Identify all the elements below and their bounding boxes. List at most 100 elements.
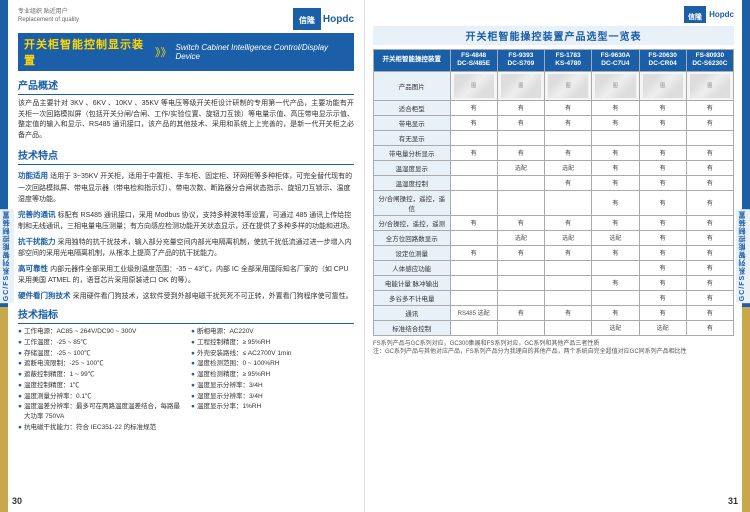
val-15-6: 有	[686, 320, 733, 335]
spec-4: ● 工程控制精度：≥ 95%RH	[191, 338, 354, 348]
right-brand-name: Hopdc	[709, 10, 734, 19]
val-7-6: 有	[686, 190, 733, 215]
val-14-5: 有	[639, 305, 686, 320]
val-14-2: 有	[497, 305, 544, 320]
val-4-4: 有	[592, 145, 639, 160]
val-3-2	[497, 130, 544, 145]
feature-cabinet: 适合柜型	[374, 100, 451, 115]
val-15-4: 选配	[592, 320, 639, 335]
bullet-14: ●	[191, 392, 195, 402]
val-6-5: 有	[639, 175, 686, 190]
val-4-6: 有	[686, 145, 733, 160]
val-1-6: 有	[686, 100, 733, 115]
page-num-left: 30	[12, 496, 22, 506]
val-5-2: 选配	[497, 160, 544, 175]
val-14-6: 有	[686, 305, 733, 320]
feature-1: 功能适用 适用于 3~35KV 开关柜，适用于中置柜、手车柜、固定柜、环网柜等多…	[18, 170, 354, 206]
bullet-13: ●	[18, 392, 22, 402]
row-std-ctrl: 标准结合控制 选配 选配 有	[374, 320, 734, 335]
bullet-16: ●	[191, 402, 195, 412]
val-11-1	[450, 260, 497, 275]
val-8-2: 有	[497, 215, 544, 230]
row-humi: 温湿度显示 选配 选配 有 有 有	[374, 160, 734, 175]
overview-text: 该产品主要针对 3KV 、6KV 、10KV 、35KV 等电压等级开关柜设计研…	[18, 99, 354, 141]
val-1-2: 有	[497, 100, 544, 115]
val-11-3	[545, 260, 592, 275]
section-title-zh: 开关柜智能控制显示装置	[24, 36, 151, 68]
spec-10: ● 湿度检测精度：≥ 95%RH	[191, 370, 354, 380]
top-info: 专业组织 贴近用户 Replacement of quality	[18, 8, 79, 25]
left-content: 专业组织 贴近用户 Replacement of quality 信隆 Hopd…	[18, 8, 354, 433]
series-label-right: GC/FS系列智能控制装置	[736, 209, 750, 303]
val-14-1: RS485 选配	[450, 305, 497, 320]
spec-5-text: 存储温度：-25 ~ 100℃	[24, 349, 91, 359]
spec-1-text: 工作电源：AC85 ~ 264V/DC90 ~ 300V	[24, 327, 136, 337]
feature-4: 高可靠性 内部元器件全部采用工业级别温度范围：-35 ~ 43℃，内部 IC 全…	[18, 263, 354, 287]
right-title: 开关柜智能操控装置产品选型一览表	[373, 26, 734, 45]
val-9-4: 选配	[592, 230, 639, 245]
val-3-6	[686, 130, 733, 145]
right-content: 信隆 Hopdc 开关柜智能操控装置产品选型一览表 开关柜智能操控装置	[373, 6, 734, 357]
bullet-15: ●	[18, 402, 22, 412]
img-placeholder-6: 图	[690, 74, 730, 98]
val-3-3	[545, 130, 592, 145]
val-15-5: 选配	[639, 320, 686, 335]
val-5-6: 有	[686, 160, 733, 175]
val-10-6: 有	[686, 245, 733, 260]
val-2-5: 有	[639, 115, 686, 130]
bullet-7: ●	[18, 359, 22, 369]
th-model-2: FS-9393DC-S709	[497, 50, 544, 72]
brand-icon: 信隆	[293, 8, 321, 30]
tagline-line2: Replacement of quality	[18, 16, 79, 24]
val-2-6: 有	[686, 115, 733, 130]
val-2-4: 有	[592, 115, 639, 130]
spec-16: ● 温度显示分率：1%RH	[191, 402, 354, 422]
spec-2: ● 断相电源：AC220V	[191, 327, 354, 337]
spec-15-text: 温度温差分辨率：最多可在两路温度温差结合，每路最大功率 750VA	[24, 402, 181, 422]
feature-measure: 设定位测量	[374, 245, 451, 260]
spec-8-text: 湿度检测范围：0 ~ 100%RH	[197, 359, 280, 369]
val-9-3: 选配	[545, 230, 592, 245]
tech-specs: 技术指标 ● 工作电源：AC85 ~ 264V/DC90 ~ 300V ● 断相…	[18, 306, 354, 433]
feature-5-desc: 采用硬件看门狗技术，这软件受到外部电磁干扰死死不可正转，外置看门狗程序使可靠性。	[73, 293, 353, 300]
val-4-3: 有	[545, 145, 592, 160]
spec-9: ● 遮蔽控制精度：1 ~ 99℃	[18, 370, 181, 380]
val-11-4	[592, 260, 639, 275]
feature-multi-meter: 多谷多不计电量	[374, 290, 451, 305]
feature-3: 抗干扰能力 采用独特的抗干扰技术，输入部分充量空间内部光电隔离机制，使抗干扰低流…	[18, 236, 354, 260]
img-5: 图	[639, 71, 686, 100]
spec-11: ● 温度控制精度：1℃	[18, 381, 181, 391]
row-circuit: 分/合操控，遥控，遥测 有 有 有 有 有 有	[374, 215, 734, 230]
val-13-2	[497, 290, 544, 305]
val-2-1: 有	[450, 115, 497, 130]
val-7-5: 有	[639, 190, 686, 215]
val-5-1	[450, 160, 497, 175]
val-12-1	[450, 275, 497, 290]
footnote-1: FS系列产品与GC系列对应，GC300集展和FS系列对应，GC系列和其他产品三者…	[373, 340, 734, 348]
img-placeholder-1: 图	[454, 74, 494, 98]
feature-cabinet-display: 全方位回路数显示	[374, 230, 451, 245]
row-measure: 设定位测量 有 有 有 有 有 有	[374, 245, 734, 260]
val-4-1: 有	[450, 145, 497, 160]
footnote-2: 注：GC系列产品与其他对应产品，FS系列产品分为我理自的其他产品，两个系统自完全…	[373, 348, 734, 356]
th-model-1: FS-4848DC-S/485E	[450, 50, 497, 72]
feature-display2: 有无显示	[374, 130, 451, 145]
row-humi-ctrl: 温湿度控制 有 有 有 有	[374, 175, 734, 190]
features-section: 功能适用 适用于 3~35KV 开关柜，适用于中置柜、手车柜、固定柜、环网柜等多…	[18, 170, 354, 302]
row-product-img: 产品图片 图 图 图 图 图 图	[374, 71, 734, 100]
val-12-2	[497, 275, 544, 290]
feature-std-ctrl: 标准结合控制	[374, 320, 451, 335]
feature-5-title: 硬件看门狗技术	[18, 291, 73, 300]
bullet-4: ●	[191, 338, 195, 348]
specs-grid: ● 工作电源：AC85 ~ 264V/DC90 ~ 300V ● 断相电源：AC…	[18, 327, 354, 433]
spec-17: ● 抗电磁干扰能力：符合 IEC351-22 的标准规范	[18, 423, 181, 433]
val-9-1	[450, 230, 497, 245]
val-1-1: 有	[450, 100, 497, 115]
bullet-3: ●	[18, 338, 22, 348]
section-arrows: 》》	[155, 44, 172, 60]
feature-humi: 温湿度显示	[374, 160, 451, 175]
val-6-4: 有	[592, 175, 639, 190]
val-13-1	[450, 290, 497, 305]
feature-2-title: 完善的通讯	[18, 210, 58, 219]
val-12-6: 有	[686, 275, 733, 290]
